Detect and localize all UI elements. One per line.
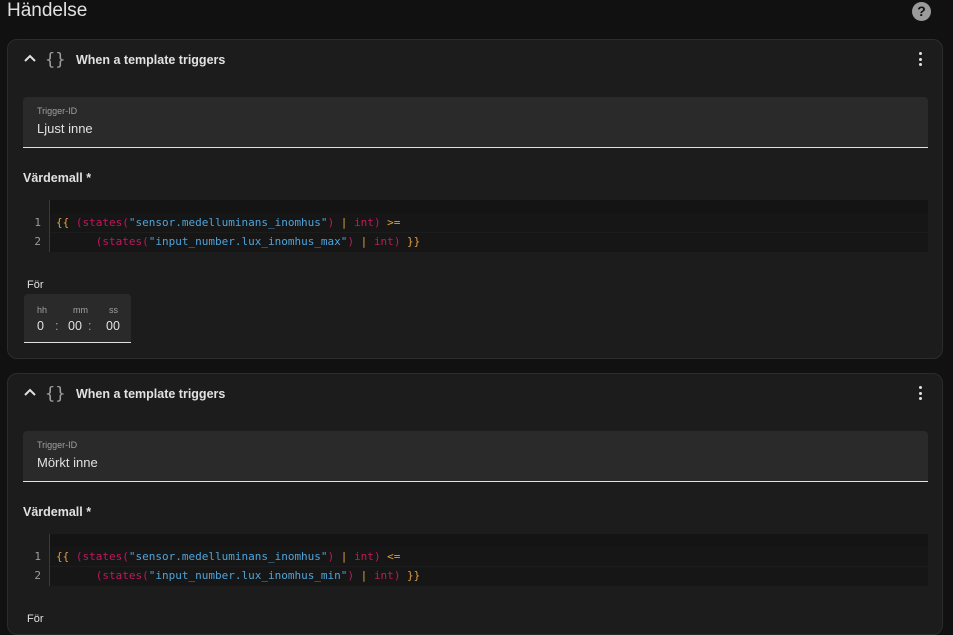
trigger-id-value[interactable]: Mörkt inne xyxy=(37,455,98,470)
code-token: | xyxy=(354,235,374,248)
code-token: states xyxy=(82,550,123,563)
trigger-title: When a template triggers xyxy=(76,387,226,401)
help-icon[interactable]: ? xyxy=(912,2,931,21)
code-token: ( xyxy=(75,216,83,229)
code-line: {{ (states("sensor.medelluminans_inomhus… xyxy=(56,216,400,229)
code-token: ( xyxy=(122,550,129,563)
code-token: ( xyxy=(122,216,129,229)
trigger-id-field[interactable]: Trigger-ID Ljust inne xyxy=(23,97,928,148)
line-number: 2 xyxy=(34,235,41,248)
code-line: {{ (states("sensor.medelluminans_inomhus… xyxy=(56,550,400,563)
code-token: <= xyxy=(380,550,401,563)
code-token: "input_number.lux_inomhus_min" xyxy=(148,569,348,582)
template-editor[interactable]: 1 2 {{ (states("sensor.medelluminans_ino… xyxy=(23,200,928,252)
editor-line-blank xyxy=(50,534,928,547)
time-separator: : xyxy=(55,319,59,333)
code-token: | xyxy=(334,550,355,563)
duration-input[interactable]: hh mm ss 0 : 00 : 00 xyxy=(24,294,131,343)
hours-input[interactable]: 0 xyxy=(37,319,44,333)
trigger-title: When a template triggers xyxy=(76,53,226,67)
trigger-id-label: Trigger-ID xyxy=(37,106,78,116)
hours-caption: hh xyxy=(37,305,48,315)
code-token: ( xyxy=(75,550,83,563)
line-number: 1 xyxy=(34,550,41,563)
chevron-up-icon[interactable] xyxy=(22,51,38,67)
template-editor[interactable]: 1 2 {{ (states("sensor.medelluminans_ino… xyxy=(23,534,928,586)
code-token: int xyxy=(354,550,374,563)
code-token: "sensor.medelluminans_inomhus" xyxy=(128,216,328,229)
code-line: (states("input_number.lux_inomhus_min") … xyxy=(56,569,421,582)
code-token: "input_number.lux_inomhus_max" xyxy=(148,235,348,248)
code-token: states xyxy=(102,569,143,582)
code-token: int xyxy=(354,216,374,229)
code-token: ( xyxy=(142,235,149,248)
trigger-card: {} When a template triggers Trigger-ID L… xyxy=(7,39,943,359)
code-token: states xyxy=(82,216,123,229)
code-token: states xyxy=(102,235,143,248)
code-braces-icon: {} xyxy=(45,50,66,70)
dots-vertical-icon[interactable] xyxy=(914,386,926,404)
minutes-input[interactable]: 00 xyxy=(68,319,82,333)
code-token: int xyxy=(373,569,394,582)
line-number: 1 xyxy=(34,216,41,229)
editor-line-blank xyxy=(50,200,928,213)
seconds-caption: ss xyxy=(109,305,118,315)
code-token: >= xyxy=(380,216,401,229)
code-line: (states("input_number.lux_inomhus_max") … xyxy=(56,235,421,248)
for-label: För xyxy=(27,613,44,625)
dots-vertical-icon[interactable] xyxy=(914,52,926,70)
code-token: ( xyxy=(142,569,149,582)
template-label: Värdemall * xyxy=(23,171,92,185)
code-token: {{ xyxy=(56,550,76,563)
minutes-caption: mm xyxy=(73,305,88,315)
code-token: | xyxy=(334,216,355,229)
code-token: }} xyxy=(400,569,421,582)
code-token: }} xyxy=(400,235,421,248)
template-label: Värdemall * xyxy=(23,505,92,519)
trigger-card: {} When a template triggers Trigger-ID M… xyxy=(7,373,943,635)
code-token: "sensor.medelluminans_inomhus" xyxy=(128,550,328,563)
trigger-id-field[interactable]: Trigger-ID Mörkt inne xyxy=(23,431,928,482)
code-token: | xyxy=(354,569,374,582)
seconds-input[interactable]: 00 xyxy=(106,319,120,333)
trigger-id-label: Trigger-ID xyxy=(37,440,78,450)
code-token: ) xyxy=(373,550,381,563)
code-token: {{ xyxy=(56,216,76,229)
chevron-up-icon[interactable] xyxy=(22,385,38,401)
code-token: int xyxy=(373,235,394,248)
line-number: 2 xyxy=(34,569,41,582)
page-title: Händelse xyxy=(7,0,88,21)
trigger-card-header[interactable]: {} When a template triggers xyxy=(8,40,942,82)
code-braces-icon: {} xyxy=(45,384,66,404)
trigger-id-value[interactable]: Ljust inne xyxy=(37,121,93,136)
trigger-card-header[interactable]: {} When a template triggers xyxy=(8,374,942,416)
time-separator: : xyxy=(88,319,92,333)
for-label: För xyxy=(27,279,44,291)
code-token: ) xyxy=(373,216,381,229)
